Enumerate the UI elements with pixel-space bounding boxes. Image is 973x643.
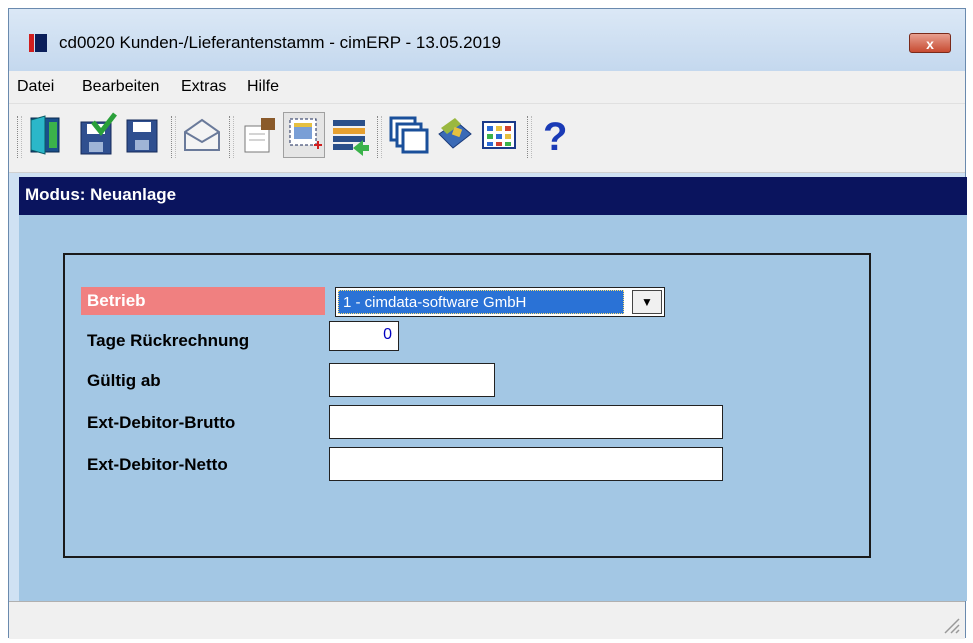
brutto-label: Ext-Debitor-Brutto (87, 413, 236, 432)
chevron-down-icon[interactable]: ▼ (632, 290, 662, 314)
betrieb-value: 1 - cimdata-software GmbH (343, 294, 527, 311)
book-tag-icon[interactable] (433, 112, 475, 158)
netto-field[interactable] (329, 447, 723, 481)
gueltig-label: Gültig ab (87, 371, 161, 390)
menu-bearbeiten[interactable]: Bearbeiten (82, 78, 159, 96)
menu-bar: Datei Bearbeiten Extras Hilfe (9, 71, 965, 103)
betrieb-label-text: Betrieb (87, 291, 146, 310)
betrieb-selected[interactable]: 1 - cimdata-software GmbH (338, 290, 624, 314)
menu-extras[interactable]: Extras (181, 78, 226, 96)
gueltig-field[interactable] (329, 363, 495, 397)
exit-door-icon[interactable] (25, 112, 67, 158)
tage-label: Tage Rückrechnung (87, 331, 250, 350)
mode-bar: Modus: Neuanlage (19, 177, 967, 215)
grid-icon[interactable] (479, 112, 521, 158)
toolbar-separator (527, 116, 532, 158)
title-bar[interactable]: cd0020 Kunden-/Lieferantenstamm - cimERP… (9, 9, 965, 71)
windows-icon[interactable] (387, 112, 429, 158)
svg-text:?: ? (543, 115, 567, 158)
menu-hilfe[interactable]: Hilfe (247, 78, 279, 96)
mail-icon[interactable] (181, 112, 223, 158)
brutto-field[interactable] (329, 405, 723, 439)
betrieb-select[interactable]: 1 - cimdata-software GmbH ▼ (335, 287, 665, 317)
toolbar-separator (171, 116, 176, 158)
status-bar (9, 601, 965, 639)
window-title: cd0020 Kunden-/Lieferantenstamm - cimERP… (59, 33, 501, 52)
app-icon (29, 34, 47, 52)
help-icon[interactable]: ? (537, 112, 579, 159)
toolbar-grip (17, 116, 22, 158)
resize-grip-icon[interactable] (941, 615, 961, 635)
save-check-icon[interactable] (77, 112, 119, 158)
tage-field[interactable]: 0 (329, 321, 399, 351)
main-window: cd0020 Kunden-/Lieferantenstamm - cimERP… (8, 8, 967, 639)
save-icon[interactable] (121, 112, 163, 158)
netto-label: Ext-Debitor-Netto (87, 455, 228, 474)
close-button[interactable]: x (909, 33, 951, 53)
new-record-icon[interactable] (283, 112, 325, 158)
toolbar: ? (9, 103, 965, 173)
list-transfer-icon[interactable] (329, 112, 371, 158)
mode-label: Modus: Neuanlage (25, 185, 177, 204)
toolbar-separator (229, 116, 234, 158)
edit-hand-icon[interactable] (239, 112, 281, 158)
tage-value: 0 (383, 326, 392, 343)
menu-datei[interactable]: Datei (17, 78, 54, 96)
betrieb-label: Betrieb (81, 287, 325, 315)
toolbar-separator (377, 116, 382, 158)
